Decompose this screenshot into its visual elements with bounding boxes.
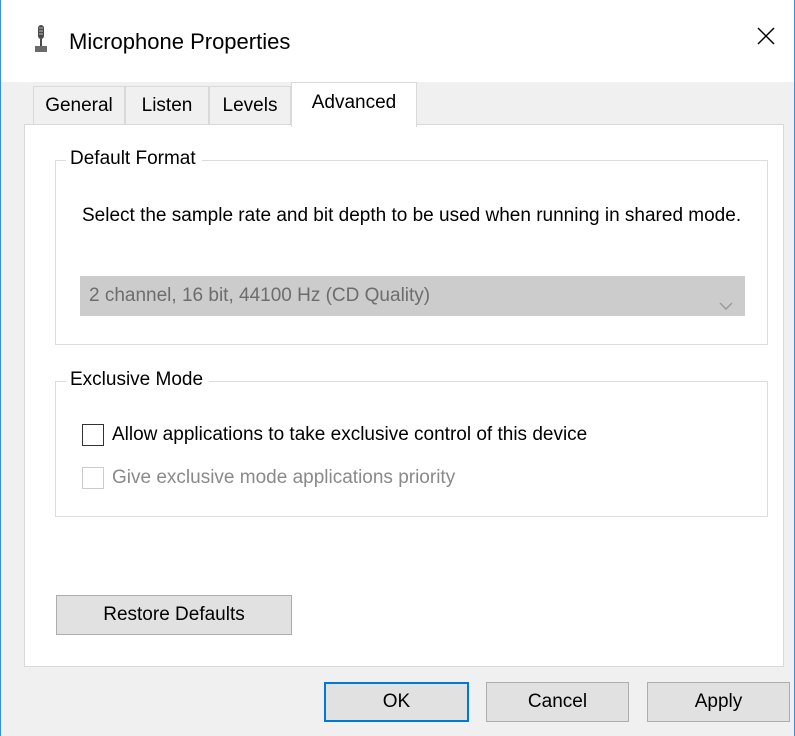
microphone-icon <box>31 24 51 54</box>
cancel-button[interactable]: Cancel <box>486 682 629 722</box>
close-button[interactable] <box>742 14 790 62</box>
default-format-group: Default Format Select the sample rate an… <box>55 148 768 345</box>
title-bar[interactable]: Microphone Properties <box>1 0 794 82</box>
exclusive-mode-group: Exclusive Mode Allow applications to tak… <box>55 369 768 517</box>
allow-exclusive-control-checkbox[interactable] <box>82 424 104 446</box>
exclusive-mode-group-label: Exclusive Mode <box>66 369 210 391</box>
tab-levels[interactable]: Levels <box>209 86 291 124</box>
close-icon <box>756 26 776 51</box>
exclusive-priority-checkbox[interactable] <box>82 467 104 489</box>
restore-defaults-button[interactable]: Restore Defaults <box>56 595 292 635</box>
default-format-description: Select the sample rate and bit depth to … <box>82 205 742 226</box>
dialog-client-area: General Listen Levels Advanced Default F… <box>1 82 794 736</box>
tab-general[interactable]: General <box>33 86 125 124</box>
sample-rate-selected-value: 2 channel, 16 bit, 44100 Hz (CD Quality) <box>89 285 431 306</box>
apply-button[interactable]: Apply <box>647 682 790 722</box>
window-title: Microphone Properties <box>69 29 291 54</box>
chevron-down-icon <box>718 288 734 326</box>
default-format-group-label: Default Format <box>66 148 202 170</box>
allow-exclusive-control-label[interactable]: Allow applications to take exclusive con… <box>112 424 587 446</box>
advanced-tab-panel: Default Format Select the sample rate an… <box>24 124 784 667</box>
ok-button[interactable]: OK <box>324 682 469 722</box>
exclusive-priority-label[interactable]: Give exclusive mode applications priorit… <box>112 467 455 489</box>
sample-rate-dropdown[interactable]: 2 channel, 16 bit, 44100 Hz (CD Quality) <box>80 276 745 316</box>
microphone-properties-dialog: Microphone Properties General Listen Lev… <box>0 0 795 736</box>
tab-advanced[interactable]: Advanced <box>291 82 417 127</box>
tab-listen[interactable]: Listen <box>125 86 209 124</box>
exclusive-priority-option[interactable]: Give exclusive mode applications priorit… <box>82 464 455 492</box>
allow-exclusive-control-option[interactable]: Allow applications to take exclusive con… <box>82 421 587 449</box>
